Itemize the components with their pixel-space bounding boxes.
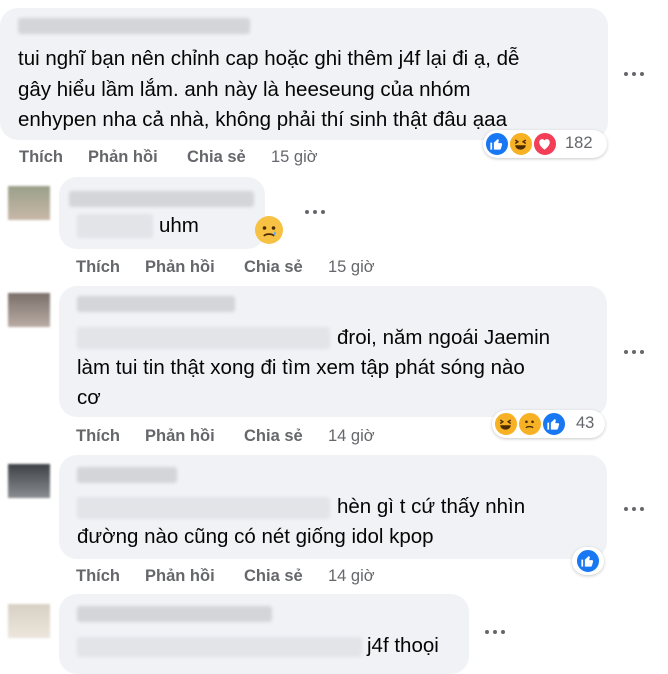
sad-face-icon bbox=[255, 216, 283, 244]
like-icon bbox=[485, 132, 509, 156]
comment-actions: Thích Phản hồi Chia sẻ 14 giờ bbox=[76, 567, 406, 587]
comment-text-line: hèn gì t cứ thấy nhìn bbox=[337, 495, 526, 518]
author-name-blurred[interactable] bbox=[18, 18, 250, 34]
like-link[interactable]: Thích bbox=[19, 148, 63, 167]
more-options-icon[interactable] bbox=[303, 208, 327, 216]
comment-actions: Thích Phản hồi Chia sẻ 15 giờ bbox=[19, 148, 379, 168]
comment-text-line: đường nào cũng có nét giống idol kpop bbox=[77, 525, 434, 548]
share-link[interactable]: Chia sẻ bbox=[244, 567, 303, 586]
mention-blurred[interactable] bbox=[77, 327, 330, 349]
timestamp[interactable]: 14 giờ bbox=[328, 567, 375, 586]
comment-text-line: gây hiểu lầm lắm. anh này là heeseung củ… bbox=[18, 78, 471, 101]
share-link[interactable]: Chia sẻ bbox=[244, 427, 303, 446]
avatar[interactable] bbox=[8, 293, 50, 327]
mention-blurred[interactable] bbox=[77, 497, 330, 519]
more-options-icon[interactable] bbox=[622, 70, 646, 78]
comment-text-line: đroi, năm ngoái Jaemin bbox=[337, 326, 551, 349]
like-link[interactable]: Thích bbox=[76, 427, 120, 446]
haha-icon bbox=[494, 412, 518, 436]
comment-text: uhm bbox=[159, 214, 199, 237]
haha-icon bbox=[509, 132, 533, 156]
avatar[interactable] bbox=[8, 464, 50, 498]
timestamp[interactable]: 15 giờ bbox=[328, 258, 375, 277]
author-name-blurred[interactable] bbox=[77, 296, 235, 312]
like-icon bbox=[576, 549, 600, 573]
author-name-blurred[interactable] bbox=[77, 467, 177, 483]
like-link[interactable]: Thích bbox=[76, 258, 120, 277]
comment-text-line: tui nghĩ bạn nên chỉnh cap hoặc ghi thêm… bbox=[18, 47, 520, 70]
comment-actions: Thích Phản hồi Chia sẻ 14 giờ bbox=[76, 427, 406, 447]
comment-actions: Thích Phản hồi Chia sẻ 15 giờ bbox=[76, 258, 406, 278]
avatar[interactable] bbox=[8, 186, 50, 220]
sad-icon bbox=[518, 412, 542, 436]
author-name-blurred[interactable] bbox=[69, 191, 254, 207]
love-icon bbox=[533, 132, 557, 156]
comment-text-line: cơ bbox=[77, 386, 101, 409]
mention-blurred[interactable] bbox=[77, 637, 362, 657]
avatar[interactable] bbox=[8, 604, 50, 638]
reaction-summary[interactable]: 182 bbox=[483, 130, 607, 158]
like-link[interactable]: Thích bbox=[76, 567, 120, 586]
timestamp[interactable]: 15 giờ bbox=[271, 148, 318, 167]
reaction-count: 43 bbox=[576, 414, 595, 432]
reply-link[interactable]: Phản hồi bbox=[88, 148, 158, 167]
reply-link[interactable]: Phản hồi bbox=[145, 258, 215, 277]
more-options-icon[interactable] bbox=[622, 505, 646, 513]
comment-text: j4f thoọi bbox=[367, 634, 439, 657]
reaction-summary[interactable] bbox=[572, 547, 604, 575]
comment-text-line: enhypen nha cả nhà, không phải thí sinh … bbox=[18, 108, 507, 131]
timestamp[interactable]: 14 giờ bbox=[328, 427, 375, 446]
reaction-summary[interactable]: 43 bbox=[492, 410, 605, 438]
share-link[interactable]: Chia sẻ bbox=[187, 148, 246, 167]
reply-link[interactable]: Phản hồi bbox=[145, 427, 215, 446]
reply-link[interactable]: Phản hồi bbox=[145, 567, 215, 586]
comment-text-line: làm tui tin thật xong đi tìm xem tập phá… bbox=[77, 356, 525, 379]
mention-blurred[interactable] bbox=[77, 214, 153, 238]
more-options-icon[interactable] bbox=[622, 348, 646, 356]
share-link[interactable]: Chia sẻ bbox=[244, 258, 303, 277]
more-options-icon[interactable] bbox=[483, 628, 507, 636]
reaction-count: 182 bbox=[565, 134, 593, 152]
like-icon bbox=[542, 412, 566, 436]
author-name-blurred[interactable] bbox=[77, 606, 272, 622]
